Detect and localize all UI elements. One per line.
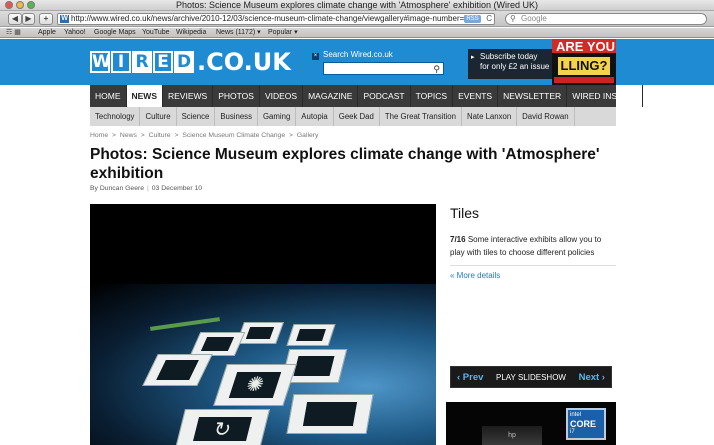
subnav-david-rowan[interactable]: David Rowan xyxy=(517,107,575,126)
divider xyxy=(450,265,616,266)
breadcrumb-story[interactable]: Science Museum Climate Change xyxy=(182,132,285,139)
breadcrumb-separator: > xyxy=(289,132,293,139)
gallery-caption-text: Some interactive exhibits allow you to p… xyxy=(450,235,602,257)
nav-newsletter[interactable]: NEWSLETTER xyxy=(498,85,568,107)
gallery-caption: 7/16 Some interactive exhibits allow you… xyxy=(450,233,616,259)
nav-photos[interactable]: PHOTOS xyxy=(213,85,260,107)
logo-letter: D xyxy=(174,51,194,73)
hp-logo: hp xyxy=(482,426,542,445)
main-nav: HOME NEWS REVIEWS PHOTOS VIDEOS MAGAZINE… xyxy=(90,85,644,107)
subnav-great-transition[interactable]: The Great Transition xyxy=(380,107,462,126)
gallery-photo[interactable]: ✺ ↻ xyxy=(90,204,436,445)
logo-letter: R xyxy=(132,51,152,73)
back-button[interactable]: ◀ xyxy=(8,13,22,25)
subscribe-line-2: for only £2 an issue xyxy=(480,62,550,71)
gallery-item-title: Tiles xyxy=(450,205,480,221)
logo-letter: E xyxy=(153,51,173,73)
wired-logo[interactable]: W I R E D .CO.UK xyxy=(90,49,291,75)
breadcrumb: Home > News > Culture > Science Museum C… xyxy=(90,132,320,139)
subscribe-promo[interactable]: ▸ Subscribe today for only £2 an issue xyxy=(468,49,552,79)
search-icon: ⚲ xyxy=(510,14,516,23)
web-page: W I R E D .CO.UK × Search Wired.co.uk ⚲ ▸… xyxy=(0,39,714,445)
site-search-label: × Search Wired.co.uk xyxy=(312,50,393,60)
bookmark-yahoo[interactable]: Yahoo! xyxy=(64,28,86,38)
play-slideshow-button[interactable]: PLAY SLIDESHOW xyxy=(496,373,566,382)
nav-home[interactable]: HOME xyxy=(90,85,127,107)
sub-nav: Technology Culture Science Business Gami… xyxy=(90,107,616,126)
gallery-counter: 7/16 xyxy=(450,235,466,244)
site-search-input[interactable]: ⚲ xyxy=(323,62,444,75)
bookmark-google-maps[interactable]: Google Maps xyxy=(94,28,136,38)
bookmark-news[interactable]: News (1172) ▾ xyxy=(216,28,261,38)
subnav-business[interactable]: Business xyxy=(215,107,258,126)
bookmark-popular[interactable]: Popular ▾ xyxy=(268,28,298,38)
top-advert[interactable]: ARE YOU LLING? xyxy=(552,39,616,85)
bookmark-apple[interactable]: Apple xyxy=(38,28,56,38)
arrow-right-icon: ▸ xyxy=(471,54,475,61)
next-button[interactable]: Next › xyxy=(579,372,605,383)
nav-podcast[interactable]: PODCAST xyxy=(358,85,411,107)
subnav-culture[interactable]: Culture xyxy=(140,107,177,126)
breadcrumb-culture[interactable]: Culture xyxy=(149,132,171,139)
add-bookmark-button[interactable]: + xyxy=(39,13,53,25)
browser-toolbar: ◀ ▶ + W http://www.wired.co.uk/news/arch… xyxy=(0,11,714,27)
logo-letter: I xyxy=(111,51,131,73)
window-title: Photos: Science Museum explores climate … xyxy=(175,0,539,10)
logo-suffix: .CO.UK xyxy=(197,48,291,76)
exhibit-tile xyxy=(286,324,336,346)
search-toggle-icon: × xyxy=(312,53,319,60)
subnav-geek-dad[interactable]: Geek Dad xyxy=(334,107,380,126)
bookmarks-bar: ☶ ▦ Apple Yahoo! Google Maps YouTube Wik… xyxy=(0,28,714,38)
nav-topics[interactable]: TOPICS xyxy=(411,85,454,107)
subnav-science[interactable]: Science xyxy=(177,107,216,126)
breadcrumb-news[interactable]: News xyxy=(120,132,137,139)
window-titlebar: Photos: Science Museum explores climate … xyxy=(0,0,714,11)
page-title: Photos: Science Museum explores climate … xyxy=(90,146,600,182)
breadcrumb-separator: > xyxy=(174,132,179,139)
exhibit-tile: ✺ xyxy=(213,364,297,406)
nav-wired-insider[interactable]: WIRED INSIDER xyxy=(567,85,644,107)
browser-search-placeholder: Google xyxy=(521,14,547,23)
breadcrumb-gallery[interactable]: Gallery xyxy=(297,132,319,139)
browser-search-input[interactable]: ⚲ Google xyxy=(505,13,707,25)
rss-icon[interactable]: RSS xyxy=(464,15,481,23)
subnav-autopia[interactable]: Autopia xyxy=(296,107,334,126)
breadcrumb-separator: > xyxy=(112,132,117,139)
more-details-link[interactable]: « More details xyxy=(450,271,616,280)
subnav-nate-lanxon[interactable]: Nate Lanxon xyxy=(462,107,518,126)
breadcrumb-home[interactable]: Home xyxy=(90,132,108,139)
subnav-gaming[interactable]: Gaming xyxy=(258,107,297,126)
intel-badge: intel CORE i7 xyxy=(566,408,606,440)
bookmark-youtube[interactable]: YouTube xyxy=(142,28,170,38)
address-bar[interactable]: W http://www.wired.co.uk/news/archive/20… xyxy=(57,13,495,25)
bookmark-wikipedia[interactable]: Wikipedia xyxy=(176,28,206,38)
url-text[interactable]: http://www.wired.co.uk/news/archive/2010… xyxy=(71,14,469,24)
sidebar-advert[interactable]: hp intel CORE i7 xyxy=(446,402,616,445)
wired-favicon-icon: W xyxy=(60,15,69,23)
exhibit-tile: ↻ xyxy=(175,409,270,445)
subnav-technology[interactable]: Technology xyxy=(90,107,141,126)
nav-reviews[interactable]: REVIEWS xyxy=(163,85,214,107)
advert-line-1: ARE YOU xyxy=(556,39,615,54)
logo-letter: W xyxy=(90,51,111,73)
masthead: W I R E D .CO.UK × Search Wired.co.uk ⚲ ▸… xyxy=(0,39,714,85)
gallery-sidebar: Tiles 7/16 Some interactive exhibits all… xyxy=(450,204,616,280)
nav-news[interactable]: NEWS xyxy=(126,85,163,107)
advert-line-2: LLING? xyxy=(558,57,610,75)
author[interactable]: By Duncan Geere xyxy=(90,185,144,192)
nav-events[interactable]: EVENTS xyxy=(453,85,499,107)
byline: By Duncan Geere | 03 December 10 xyxy=(90,185,203,192)
nav-magazine[interactable]: MAGAZINE xyxy=(303,85,359,107)
subscribe-line-1: Subscribe today xyxy=(480,52,538,61)
prev-button[interactable]: ‹ Prev xyxy=(457,372,483,383)
book-icon[interactable]: ☶ ▦ xyxy=(6,29,21,37)
search-icon[interactable]: ⚲ xyxy=(433,63,440,75)
exhibit-tile xyxy=(286,394,374,434)
forward-button[interactable]: ▶ xyxy=(22,13,35,25)
reload-icon[interactable]: C xyxy=(486,14,492,24)
publish-date: 03 December 10 xyxy=(151,185,203,192)
breadcrumb-separator: > xyxy=(140,132,145,139)
nav-videos[interactable]: VIDEOS xyxy=(260,85,304,107)
slideshow-controls: ‹ Prev PLAY SLIDESHOW Next › xyxy=(450,366,612,388)
